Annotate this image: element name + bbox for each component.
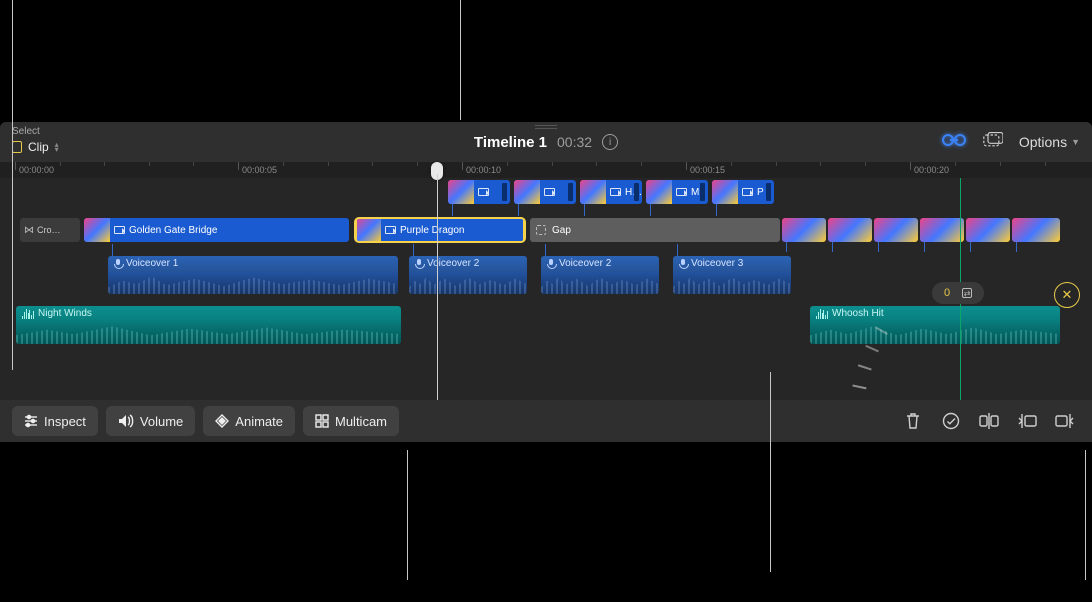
voiceover-clip[interactable]: Voiceover 3: [673, 256, 791, 294]
options-label: Options: [1019, 134, 1067, 150]
animate-button[interactable]: Animate: [203, 406, 295, 436]
connected-clip[interactable]: [514, 180, 576, 204]
callout-leader: [460, 0, 461, 120]
connected-storyline-lane: HapMP: [0, 180, 1092, 204]
select-label: Select: [12, 126, 40, 137]
tracks-area[interactable]: HapMP ⋈Cro…Golden Gate BridgePurple Drag…: [0, 178, 1092, 400]
delete-button[interactable]: [896, 406, 930, 436]
ruler-label: 00:00:10: [466, 165, 501, 175]
swap-icon: ⇄: [962, 288, 972, 298]
chevron-down-icon: ▼: [1071, 137, 1080, 147]
sliders-icon: [24, 414, 38, 428]
ruler-label: 00:00:00: [19, 165, 54, 175]
video-clip[interactable]: Purple Dragon: [355, 218, 525, 242]
video-clip[interactable]: [874, 218, 918, 242]
trim-start-button[interactable]: [1010, 406, 1044, 436]
music-lane: Night WindsWhoosh Hit: [0, 306, 1092, 344]
ruler-label: 00:00:05: [242, 165, 277, 175]
bowtie-icon: ⋈: [24, 225, 34, 236]
connected-clip[interactable]: [448, 180, 510, 204]
timeline-header: Select Clip ▴▾ Timeline 1 00:32 i Opt: [0, 122, 1092, 162]
inspect-button[interactable]: Inspect: [12, 406, 98, 436]
playhead-line: [437, 174, 438, 400]
connected-clip[interactable]: Hap: [580, 180, 642, 204]
linked-clips-icon[interactable]: [941, 132, 967, 153]
timeline-timecode: 00:32: [557, 134, 592, 150]
info-icon[interactable]: i: [602, 134, 618, 150]
timeline-title: Timeline 1: [474, 134, 547, 151]
ruler-label: 00:00:20: [914, 165, 949, 175]
drag-handle-icon[interactable]: [535, 125, 557, 129]
callout-leader: [1085, 450, 1086, 580]
bottom-toolbar: Inspect Volume Animate Multicam: [0, 400, 1092, 442]
jog-value-pill[interactable]: 0 ⇄: [932, 282, 984, 304]
keyframe-icon: [215, 414, 229, 428]
clip-icon: [12, 141, 22, 153]
video-clip[interactable]: [782, 218, 826, 242]
timeline-panel: Select Clip ▴▾ Timeline 1 00:32 i Opt: [0, 122, 1092, 442]
enable-button[interactable]: [934, 406, 968, 436]
trim-end-button[interactable]: [1048, 406, 1082, 436]
split-button[interactable]: [972, 406, 1006, 436]
speaker-icon: [118, 414, 134, 428]
connected-clip[interactable]: P: [712, 180, 774, 204]
ruler-label: 00:00:15: [690, 165, 725, 175]
voiceover-clip[interactable]: Voiceover 2: [409, 256, 527, 294]
voiceover-lane: Voiceover 1 Voiceover 2 Voiceover 2 Voiceov…: [0, 256, 1092, 294]
time-ruler[interactable]: 00:00:00 00:00:05 00:00:10 00:00:15 00:00:20: [0, 162, 1092, 178]
primary-storyline-lane: ⋈Cro…Golden Gate BridgePurple DragonGap: [0, 216, 1092, 244]
transition-clip[interactable]: ⋈Cro…: [20, 218, 80, 242]
jog-value: 0: [944, 287, 950, 299]
multicam-button[interactable]: Multicam: [303, 406, 399, 436]
callout-leader: [770, 372, 771, 572]
gap-icon: [536, 225, 546, 235]
connected-clip[interactable]: M: [646, 180, 708, 204]
proxies-icon[interactable]: [983, 132, 1003, 153]
options-menu[interactable]: Options ▼: [1019, 134, 1080, 150]
music-clip[interactable]: Night Winds: [16, 306, 401, 344]
gap-clip[interactable]: Gap: [530, 218, 780, 242]
callout-leader: [407, 450, 408, 580]
video-clip[interactable]: [828, 218, 872, 242]
callout-leader: [12, 0, 13, 370]
voiceover-clip[interactable]: Voiceover 2: [541, 256, 659, 294]
jog-wheel[interactable]: 0 ⇄ ✕: [948, 228, 1092, 428]
select-mode-value: Clip: [28, 140, 49, 154]
select-mode-dropdown[interactable]: Clip ▴▾: [12, 140, 59, 154]
video-clip[interactable]: Golden Gate Bridge: [84, 218, 349, 242]
jog-close-button[interactable]: ✕: [1054, 282, 1080, 308]
voiceover-clip[interactable]: Voiceover 1: [108, 256, 398, 294]
chevron-updown-icon: ▴▾: [55, 142, 59, 152]
volume-button[interactable]: Volume: [106, 406, 195, 436]
grid-icon: [315, 414, 329, 428]
